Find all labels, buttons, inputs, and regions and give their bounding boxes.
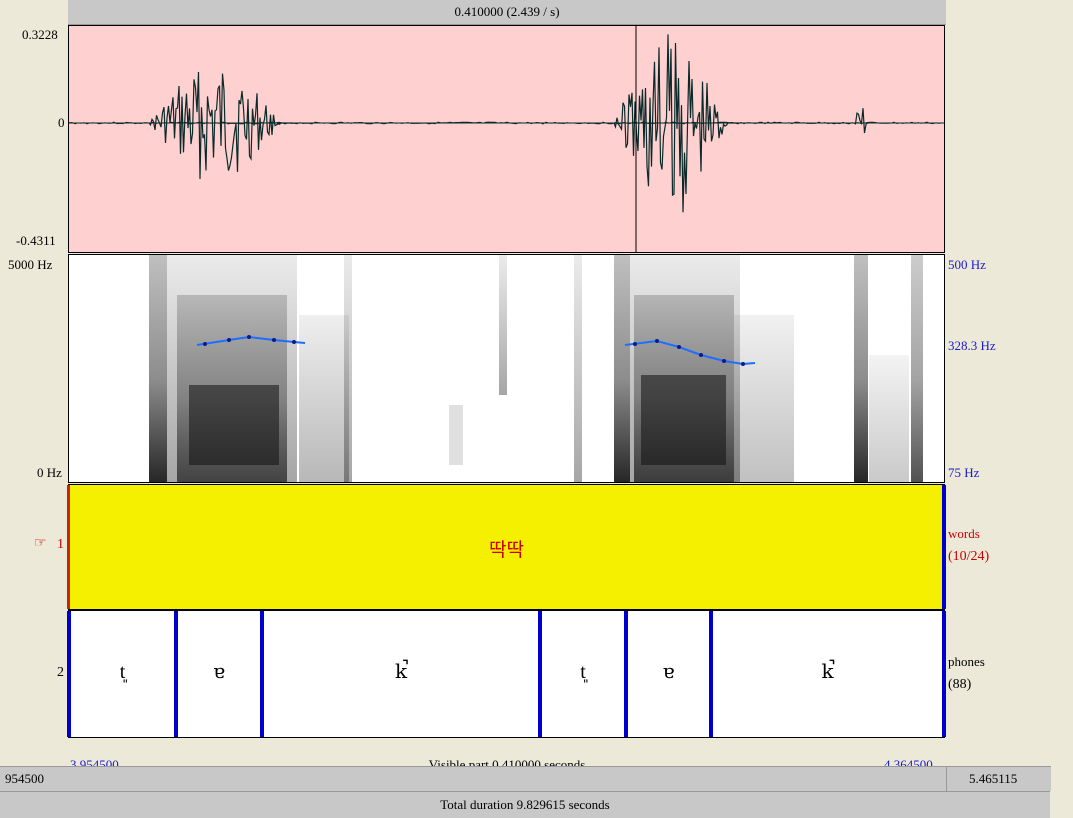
- spectrogram-min-freq-label: 0 Hz: [37, 465, 62, 480]
- tier-phones[interactable]: t͈ ɐ k̚ t͈ ɐ k̚: [67, 610, 946, 738]
- waveform-ymax-label: 0.3228: [22, 27, 58, 42]
- total-duration-bar[interactable]: Total duration 9.829615 seconds: [0, 791, 1050, 818]
- right-total-time: 5.465115: [969, 771, 1018, 786]
- waveform-ymin-label: -0.4311: [16, 233, 56, 248]
- spectrogram-image: [149, 255, 923, 482]
- hand-pointer-icon: ☞: [34, 536, 47, 551]
- phone-interval[interactable]: t͈: [71, 659, 174, 684]
- tier1-number: 1: [57, 537, 64, 552]
- right-outside-region[interactable]: 5.465115: [946, 766, 1051, 791]
- waveform-trace: [69, 26, 944, 252]
- waveform-zero-label: 0: [58, 115, 65, 130]
- pitch-max-label: 500 Hz: [948, 257, 986, 272]
- tier1-name: words: [948, 526, 980, 541]
- tier-words[interactable]: 딱딱: [67, 484, 946, 610]
- spectrogram-max-freq-label: 5000 Hz: [8, 257, 53, 272]
- pitch-mid-label: 328.3 Hz: [948, 338, 996, 353]
- phone-interval[interactable]: ɐ: [178, 659, 260, 683]
- visible-region-bar[interactable]: [68, 766, 946, 791]
- phone-interval[interactable]: k̚: [713, 659, 942, 683]
- tier2-count: (88): [948, 677, 972, 692]
- word-interval-text[interactable]: 딱딱: [69, 535, 944, 562]
- left-outside-region[interactable]: 954500: [0, 766, 68, 791]
- phone-interval[interactable]: k̚: [264, 659, 538, 683]
- left-total-time: 954500: [5, 771, 44, 786]
- spectrogram-panel[interactable]: [68, 254, 945, 483]
- waveform-panel[interactable]: [68, 25, 945, 253]
- phone-boundary[interactable]: [942, 611, 946, 737]
- selection-duration-bar[interactable]: 0.410000 (2.439 / s): [68, 0, 946, 25]
- phone-interval[interactable]: ɐ: [628, 659, 709, 683]
- tier2-number: 2: [57, 665, 64, 680]
- tier2-name: phones: [948, 654, 985, 669]
- tier1-count: (10/24): [948, 549, 990, 564]
- pitch-min-label: 75 Hz: [948, 465, 980, 480]
- phone-interval[interactable]: t͈: [542, 659, 624, 684]
